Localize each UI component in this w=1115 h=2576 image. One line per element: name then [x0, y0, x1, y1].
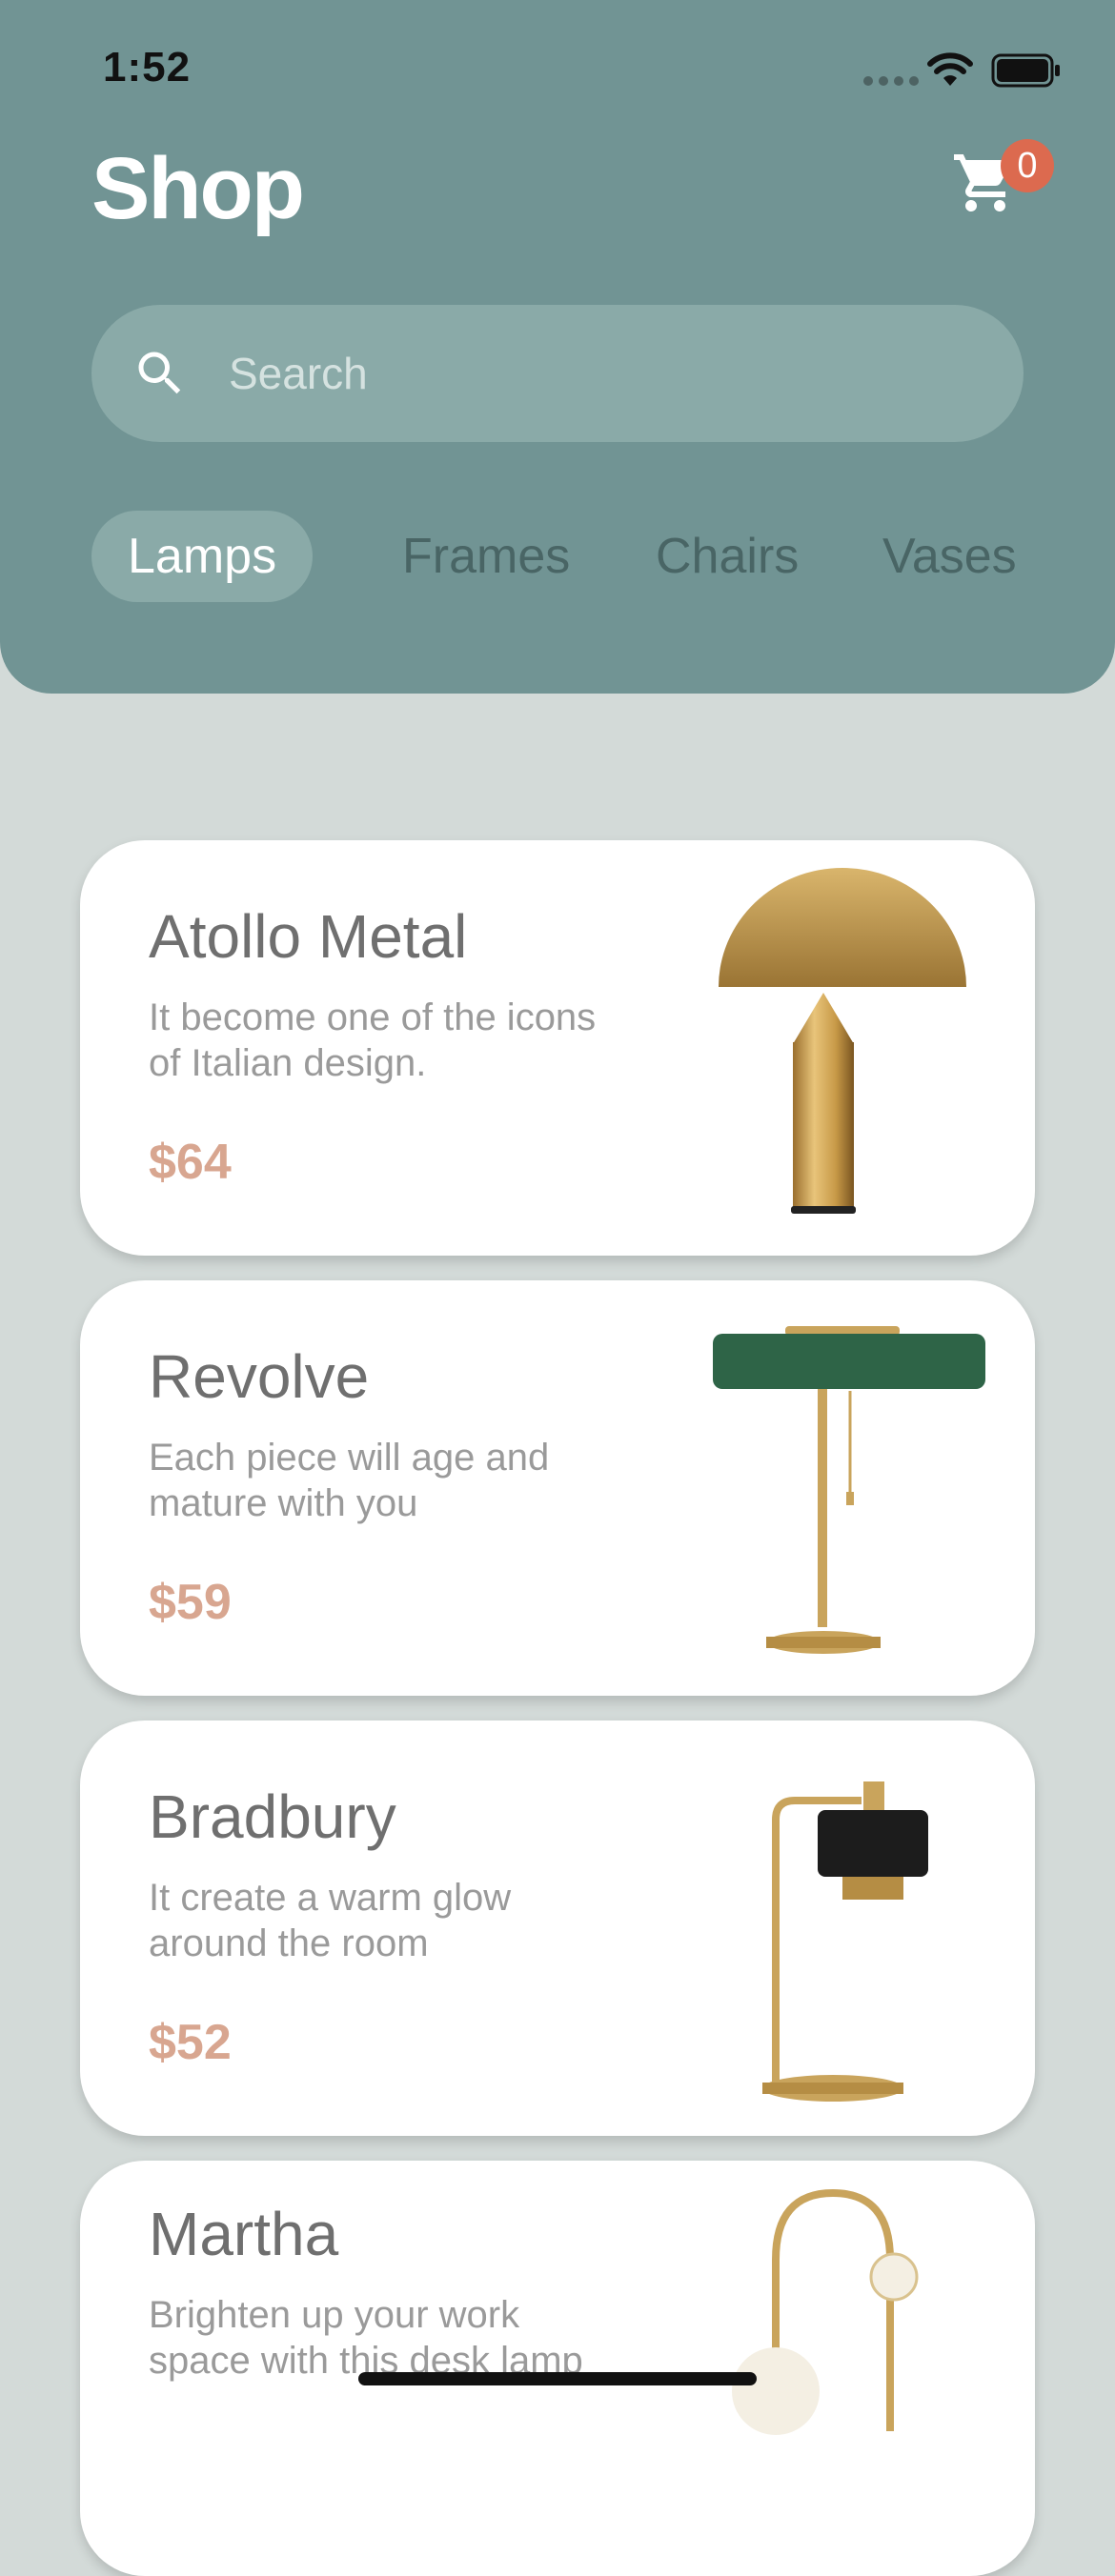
product-price: $52 [149, 2015, 232, 2070]
product-description: Brighten up your work space with this de… [149, 2294, 583, 2382]
tab-vases[interactable]: Vases [882, 511, 1017, 602]
cart-count-badge: 0 [1001, 139, 1054, 192]
tab-lamps[interactable]: Lamps [91, 511, 314, 602]
product-description: It create a warm glow around the room [149, 1877, 512, 1964]
product-name: Martha [149, 2200, 339, 2268]
product-description: It become one of the icons of Italian de… [149, 996, 597, 1084]
product-name: Revolve [149, 1342, 370, 1411]
product-name: Bradbury [149, 1782, 396, 1851]
product-description: Each piece will age and mature with you [149, 1437, 550, 1524]
status-time: 1:52 [103, 44, 192, 91]
search-bar[interactable] [91, 305, 1024, 442]
home-indicator[interactable] [358, 2372, 757, 2385]
header: 1:52 Shop 0 Lamps Frames Chairs Vases [0, 0, 1115, 694]
product-card-atollo-metal[interactable]: Atollo Metal It become one of the icons … [80, 840, 1035, 1256]
search-input[interactable] [227, 330, 974, 417]
green-shade-lamp-icon [713, 1326, 985, 1654]
globe-arc-lamp-icon [732, 2188, 919, 2435]
page-title: Shop [91, 140, 305, 237]
tab-frames[interactable]: Frames [402, 511, 570, 602]
product-card-martha[interactable]: Martha Brighten up your work space with … [80, 2161, 1035, 2576]
tab-chairs[interactable]: Chairs [656, 511, 799, 602]
product-card-revolve[interactable]: Revolve Each piece will age and mature w… [80, 1280, 1035, 1696]
product-price: $59 [149, 1575, 232, 1630]
battery-icon [991, 53, 1060, 88]
cellular-signal-icon [863, 76, 919, 86]
product-price: $64 [149, 1135, 232, 1190]
product-card-bradbury[interactable]: Bradbury It create a warm glow around th… [80, 1721, 1035, 2136]
wifi-icon [927, 52, 973, 86]
product-name: Atollo Metal [149, 902, 468, 971]
black-shade-desk-lamp-icon [762, 1781, 928, 2102]
search-icon [138, 352, 181, 394]
gold-dome-lamp-icon [719, 868, 966, 1214]
